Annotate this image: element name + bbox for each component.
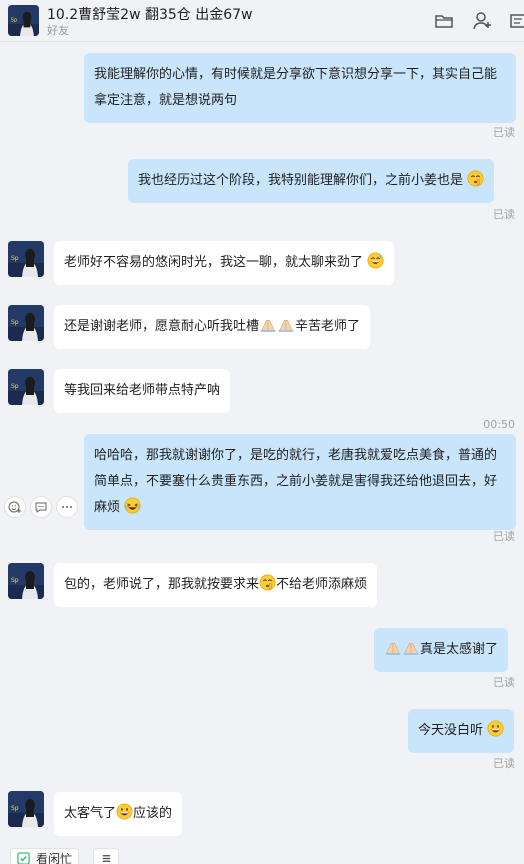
message-text-suffix: 应该的 [133,806,173,821]
praying-hands-icon [403,643,419,655]
praying-hands-icon [260,320,276,332]
outgoing-message[interactable]: 今天没白听 [408,709,515,753]
message-text: 真是太感谢了 [420,642,499,657]
busy-status-label: 看闲忙 [36,851,73,864]
chat-header: Sp 10.2曹舒莹2w 翻35仓 出金67w 好友 [0,0,524,42]
comment-icon [35,502,47,513]
more-actions-button[interactable] [56,496,78,518]
message-text: 哈哈哈，那我就谢谢你了，是吃的就行，老唐我就爱吃点美食，普通的简单点，不要塞什么… [94,448,498,515]
read-receipt: 已读 [493,126,515,139]
contact-name: 10.2曹舒莹2w 翻35仓 出金67w [47,7,253,23]
more-settings-icon[interactable] [508,10,524,32]
emoji-add-icon [8,501,21,513]
contact-avatar[interactable]: Sp [8,241,44,277]
message-text: 等我回来给老师带点特产呐 [64,383,221,398]
svg-text:Sp: Sp [11,255,19,262]
contact-avatar[interactable]: Sp [8,305,44,341]
praying-hands-icon [385,643,401,655]
busy-status-button[interactable]: 看闲忙 [10,848,80,864]
message-text: 今天没白听 [418,723,484,738]
message-text-suffix: 不给老师添麻烦 [276,577,368,592]
message-text: 还是谢谢老师，愿意耐心听我吐槽 [64,319,260,334]
menu-button[interactable] [93,848,119,864]
contact-avatar[interactable]: Sp [8,563,44,599]
praying-hands-icon [278,320,294,332]
incoming-message[interactable]: 包的，老师说了，那我就按要求来 不给老师添麻烦 [54,563,378,607]
message-actions [4,496,80,518]
svg-text:Sp: Sp [11,17,18,23]
message-text-suffix: 辛苦老师了 [295,319,361,334]
check-box-icon [17,851,30,864]
contact-avatar[interactable]: Sp [8,369,44,405]
read-receipt: 已读 [493,530,515,543]
read-receipt: 已读 [493,757,515,770]
read-receipt: 已读 [493,676,515,689]
incoming-message[interactable]: 太客气了 应该的 [54,792,183,836]
outgoing-message[interactable]: 我能理解你的心情，有时候就是分享欲下意识想分享一下，其实自己能拿定注意，就是想说… [84,53,516,123]
message-text: 老师好不容易的悠闲时光，我这一聊，就太聊来劲了 [64,255,364,270]
shush-face-icon [467,170,484,187]
contact-avatar[interactable]: Sp [8,791,44,827]
laughing-tears-face-icon [124,497,141,514]
incoming-message[interactable]: 还是谢谢老师，愿意耐心听我吐槽 辛苦老师了 [54,305,371,349]
message-text: 太客气了 [64,806,117,821]
grinning-face-icon [116,803,133,820]
svg-text:Sp: Sp [11,805,19,812]
add-person-icon[interactable] [471,10,493,32]
contact-avatar[interactable]: Sp [8,5,39,36]
menu-icon [102,854,110,862]
svg-text:Sp: Sp [11,577,19,584]
add-reaction-button[interactable] [4,496,26,518]
incoming-message[interactable]: 等我回来给老师带点特产呐 [54,369,231,413]
message-text: 包的，老师说了，那我就按要求来 [64,577,260,592]
message-timestamp: 00:50 [483,418,515,431]
folder-icon[interactable] [433,10,455,32]
outgoing-message[interactable]: 真是太感谢了 [374,628,509,672]
contact-relationship: 好友 [47,24,69,37]
read-receipt: 已读 [493,208,515,221]
ellipsis-icon [62,506,72,508]
svg-text:Sp: Sp [11,383,19,390]
outgoing-message[interactable]: 哈哈哈，那我就谢谢你了，是吃的就行，老唐我就爱吃点美食，普通的简单点，不要塞什么… [84,434,516,530]
bottom-toolbar: 看闲忙 [0,844,524,864]
svg-text:Sp: Sp [11,319,19,326]
grinning-face-icon [487,720,504,737]
outgoing-message[interactable]: 我也经历过这个阶段，我特别能理解你们，之前小姜也是 [128,159,495,203]
reply-button[interactable] [30,496,52,518]
shush-face-icon [259,574,276,591]
grinning-sweat-face-icon [367,252,384,269]
message-text: 我也经历过这个阶段，我特别能理解你们，之前小姜也是 [138,173,464,188]
incoming-message[interactable]: 老师好不容易的悠闲时光，我这一聊，就太聊来劲了 [54,241,395,285]
message-text: 我能理解你的心情，有时候就是分享欲下意识想分享一下，其实自己能拿定注意，就是想说… [94,67,498,108]
